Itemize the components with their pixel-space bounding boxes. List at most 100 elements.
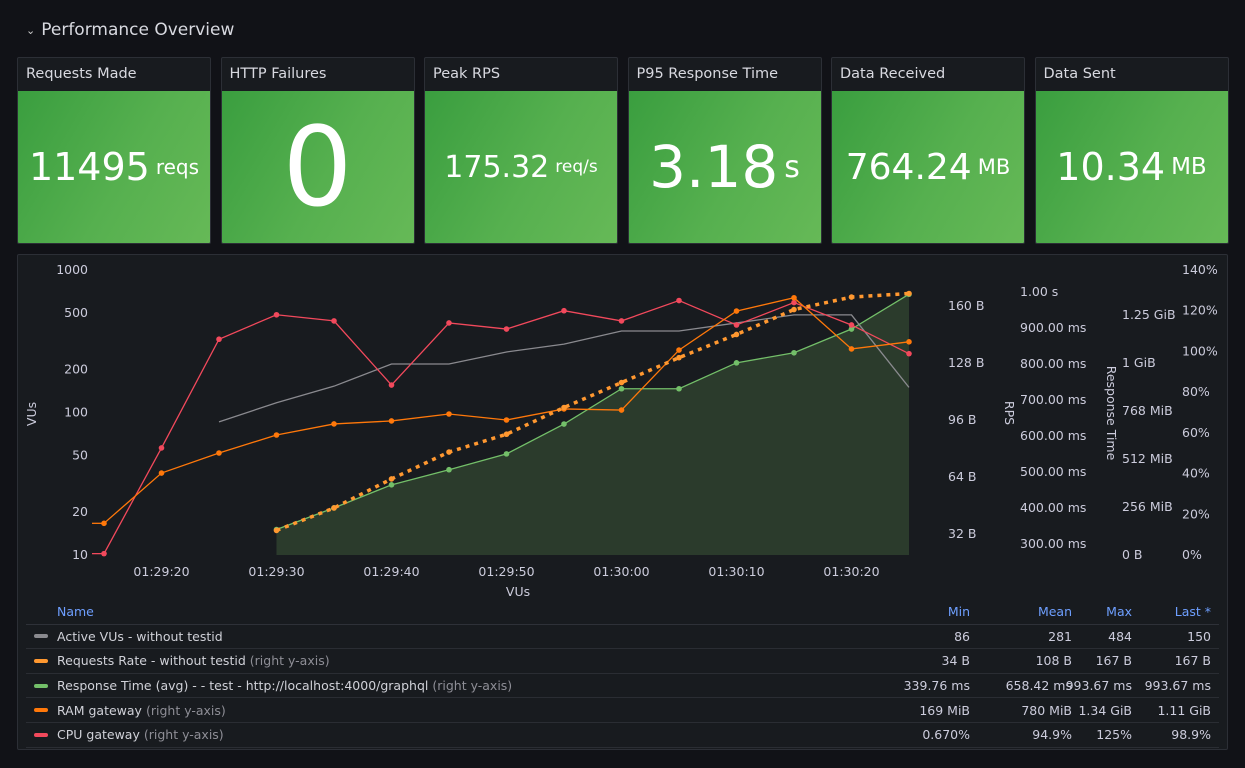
data-point (676, 354, 682, 361)
y-tick-label-ram: 512 MiB (1122, 451, 1173, 466)
y-tick-label-rt: 600.00 ms (1020, 428, 1086, 443)
legend-header-max[interactable]: Max (1106, 604, 1132, 619)
series-color-swatch (34, 658, 48, 663)
y-tick-label-cpu: 100% (1182, 343, 1218, 358)
y-tick-label-vus: 20 (72, 504, 88, 519)
y-tick-label-rt: 900.00 ms (1020, 320, 1086, 335)
y-tick-label-rps: 64 B (948, 469, 976, 484)
data-point (618, 318, 625, 324)
y-tick-label-rps: 32 B (948, 526, 976, 541)
data-point (733, 331, 740, 338)
legend-row[interactable]: Response Time (avg) - - test - http://lo… (26, 674, 1219, 699)
y-tick-label-rt: 300.00 ms (1020, 536, 1086, 551)
y-tick-label-rt: 700.00 ms (1020, 392, 1086, 407)
y-tick-label-ram: 256 MiB (1122, 499, 1173, 514)
x-tick-label: 01:30:00 (593, 564, 649, 579)
data-point (446, 466, 452, 473)
series-area (276, 294, 909, 555)
y-axis-label-vus: VUs (24, 402, 39, 426)
y-tick-label-ram: 1 GiB (1122, 355, 1156, 370)
y-tick-label-cpu: 60% (1182, 425, 1210, 440)
legend-header-mean[interactable]: Mean (1038, 604, 1072, 619)
series-last: 167 B (1174, 653, 1211, 669)
y-tick-label-cpu: 20% (1182, 506, 1210, 521)
series-min: 339.76 ms (903, 678, 970, 694)
y-axis-label-response-time: Response Time (1104, 366, 1119, 461)
series-mean: 281 (1048, 628, 1072, 644)
y-tick-label-rt: 500.00 ms (1020, 464, 1086, 479)
data-point (273, 527, 280, 534)
legend-row[interactable]: Active VUs - without testid 86 281 484 1… (26, 625, 1219, 650)
x-tick-label: 01:29:20 (133, 564, 189, 579)
data-point (733, 322, 740, 328)
y-tick-label-cpu: 120% (1182, 303, 1218, 318)
series-mean: 108 B (1035, 653, 1072, 669)
series-color-swatch (34, 732, 48, 737)
y-tick-label-cpu: 80% (1182, 384, 1210, 399)
y-tick-label-vus: 10 (72, 547, 88, 562)
series-mean: 658.42 ms (1005, 678, 1072, 694)
series-name[interactable]: Response Time (avg) - - test - http://lo… (57, 678, 428, 693)
series-last: 98.9% (1171, 727, 1211, 743)
series-name[interactable]: Requests Rate - without testid (57, 653, 246, 668)
data-point (331, 505, 337, 511)
data-point (733, 360, 740, 366)
y-tick-label-vus: 100 (64, 405, 88, 420)
legend-row[interactable]: Requests Rate - without testid (right y-… (26, 649, 1219, 674)
legend-row[interactable]: RAM gateway (right y-axis) 169 MiB 780 M… (26, 698, 1219, 723)
data-point (791, 294, 797, 301)
legend-header: Name Min Mean Max Last * (26, 600, 1219, 625)
series-name[interactable]: RAM gateway (57, 703, 142, 718)
data-point (676, 297, 682, 304)
x-tick-label: 01:30:20 (823, 564, 879, 579)
axis-hint: (right y-axis) (432, 678, 513, 694)
legend-row[interactable]: CPU gateway (right y-axis) 0.670% 94.9% … (26, 723, 1219, 748)
data-point (791, 299, 797, 306)
series-max: 167 B (1095, 653, 1132, 669)
data-point (906, 339, 912, 345)
data-point (388, 476, 395, 482)
y-tick-label-rt: 1.00 s (1020, 284, 1058, 299)
series-max: 1.34 GiB (1078, 702, 1132, 718)
y-tick-label-rps: 128 B (948, 355, 984, 370)
data-point (906, 350, 912, 357)
data-point (446, 411, 452, 417)
data-point (848, 322, 855, 328)
series-min: 169 MiB (919, 702, 970, 718)
legend-table: Name Min Mean Max Last * Active VUs - wi… (26, 600, 1219, 748)
data-point (733, 308, 740, 314)
x-tick-label: 01:29:50 (478, 564, 534, 579)
data-point (503, 431, 510, 438)
y-tick-label-cpu: 40% (1182, 466, 1210, 481)
series-min: 86 (954, 628, 970, 644)
axis-hint: (right y-axis) (145, 702, 226, 718)
series-color-swatch (34, 634, 48, 639)
y-tick-label-cpu: 0% (1182, 547, 1202, 562)
y-tick-label-vus: 50 (72, 447, 88, 462)
series-color-swatch (34, 708, 48, 713)
series-max: 993.67 ms (1065, 678, 1132, 694)
data-point (503, 417, 510, 423)
data-point (618, 379, 625, 386)
legend-header-last[interactable]: Last * (1175, 604, 1211, 619)
y-tick-label-rps: 160 B (948, 298, 984, 313)
axis-hint: (right y-axis) (249, 653, 330, 669)
data-point (618, 385, 625, 392)
series-mean: 94.9% (1032, 727, 1072, 743)
data-point (446, 320, 452, 326)
series-name[interactable]: Active VUs - without testid (57, 629, 223, 644)
y-tick-label-ram: 0 B (1122, 547, 1143, 562)
data-point (676, 347, 682, 353)
legend-header-min[interactable]: Min (948, 604, 970, 619)
data-point (273, 311, 280, 318)
x-tick-label: 01:30:10 (708, 564, 764, 579)
series-name[interactable]: CPU gateway (57, 727, 140, 742)
data-point (158, 445, 165, 451)
data-point (561, 421, 567, 427)
data-point (331, 421, 337, 427)
series-color-swatch (34, 683, 48, 688)
data-point (561, 307, 567, 314)
data-point (503, 451, 510, 457)
y-tick-label-cpu: 140% (1182, 262, 1218, 277)
y-tick-label-vus: 200 (64, 362, 88, 377)
